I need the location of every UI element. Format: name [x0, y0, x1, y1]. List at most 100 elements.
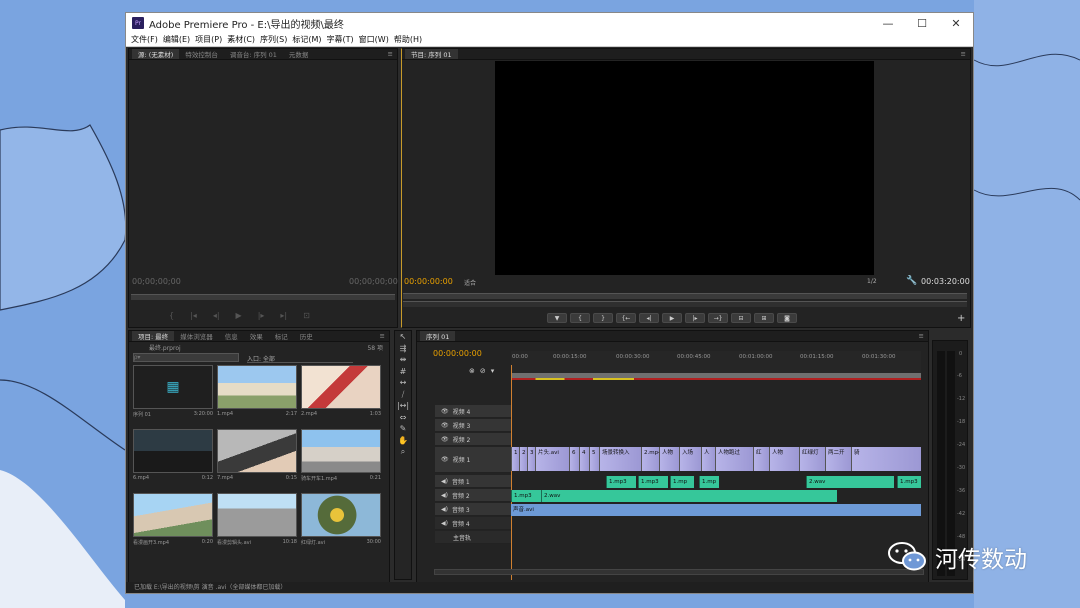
- panel-menu-icon[interactable]: ≡: [388, 50, 397, 58]
- link-icon[interactable]: ⊘: [480, 367, 486, 375]
- track-header-video-3[interactable]: 👁 视频 3: [435, 419, 511, 432]
- rewind-icon[interactable]: ◂|: [213, 311, 220, 320]
- export-frame-icon[interactable]: ◙: [777, 313, 797, 323]
- tab-effects[interactable]: 效果: [244, 331, 269, 341]
- video-clip[interactable]: 1: [511, 447, 519, 471]
- audio-clip[interactable]: 声音.avi: [511, 504, 921, 516]
- video-clip[interactable]: 4: [579, 447, 589, 471]
- audio-clip[interactable]: 1.mp3: [511, 490, 541, 502]
- insert-icon[interactable]: ⊡: [303, 311, 310, 320]
- menu-window[interactable]: 窗口(W): [359, 34, 389, 45]
- tab-metadata[interactable]: 元数据: [283, 49, 315, 59]
- menu-sequence[interactable]: 序列(S): [260, 34, 287, 45]
- menu-project[interactable]: 项目(P): [195, 34, 222, 45]
- mark-out-button[interactable]: }: [593, 313, 613, 323]
- rolling-edit-tool-icon[interactable]: #: [395, 366, 411, 378]
- speaker-icon[interactable]: ◀): [441, 492, 448, 499]
- pen-tool-icon[interactable]: ✎: [395, 423, 411, 435]
- ripple-edit-tool-icon[interactable]: ⇹: [395, 354, 411, 366]
- audio-clip[interactable]: 2.wav: [806, 476, 894, 488]
- tab-markers[interactable]: 标记: [269, 331, 294, 341]
- track-select-tool-icon[interactable]: ⇶: [395, 343, 411, 355]
- program-timecode[interactable]: 00:00:00:00: [404, 277, 453, 286]
- fit-dropdown[interactable]: 适合: [464, 278, 476, 287]
- source-ruler[interactable]: [131, 294, 395, 300]
- menu-file[interactable]: 文件(F): [131, 34, 158, 45]
- track-header-audio-2[interactable]: ◀) 音频 2: [435, 489, 511, 502]
- tab-media-browser[interactable]: 媒体浏览器: [174, 331, 219, 341]
- maximize-button[interactable]: ☐: [905, 17, 939, 30]
- video-clip[interactable]: 2.mp4: [641, 447, 659, 471]
- track-header-video-1[interactable]: 👁 视频 1: [435, 447, 511, 473]
- hand-tool-icon[interactable]: ✋: [395, 435, 411, 447]
- step-forward-icon[interactable]: |▸: [258, 311, 265, 320]
- track-header-video-2[interactable]: 👁 视频 2: [435, 433, 511, 446]
- rate-stretch-tool-icon[interactable]: ↔: [395, 377, 411, 389]
- audio-clip[interactable]: 1.mp: [670, 476, 694, 488]
- program-ruler[interactable]: [403, 293, 967, 299]
- scale-dropdown[interactable]: 1/2: [867, 278, 877, 285]
- play-icon[interactable]: ▶: [236, 311, 242, 320]
- track-header-audio-4[interactable]: ◀) 音频 4: [435, 517, 511, 530]
- project-item[interactable]: 看漫剪辑头.avi 10:18: [217, 493, 297, 553]
- eye-icon[interactable]: 👁: [441, 436, 449, 443]
- menu-edit[interactable]: 编辑(E): [163, 34, 190, 45]
- close-button[interactable]: ✕: [939, 17, 973, 30]
- razor-tool-icon[interactable]: ⧸: [395, 389, 411, 401]
- step-back-icon[interactable]: ◂|: [639, 313, 659, 323]
- video-clip[interactable]: 入场: [679, 447, 701, 471]
- track-header-video-4[interactable]: 👁 视频 4: [435, 405, 511, 418]
- audio-1-track[interactable]: 1.mp3 1.mp3 1.mp 1.mp 2.wav 1.mp3: [511, 476, 921, 489]
- track-header-audio-3[interactable]: ◀) 音频 3: [435, 503, 511, 516]
- audio-clip[interactable]: 2.wav: [541, 490, 837, 502]
- video-clip[interactable]: 片头.avi: [535, 447, 569, 471]
- eye-icon[interactable]: 👁: [441, 408, 449, 415]
- wrench-icon[interactable]: 🔧: [906, 276, 917, 286]
- project-item[interactable]: 7.mp4 0:15: [217, 429, 297, 489]
- tab-effect-controls[interactable]: 特效控制台: [179, 49, 224, 59]
- project-item[interactable]: 2.mp4 1:03: [301, 365, 381, 425]
- project-item[interactable]: ▦ 序列 01 3:20:00: [133, 365, 213, 425]
- selection-tool-icon[interactable]: ↖: [395, 331, 411, 343]
- project-item[interactable]: 1.mp4 2:17: [217, 365, 297, 425]
- eye-icon[interactable]: 👁: [441, 456, 449, 463]
- video-clip[interactable]: 红绿灯: [799, 447, 825, 471]
- video-clip[interactable]: 红: [753, 447, 769, 471]
- speaker-icon[interactable]: ◀): [441, 478, 448, 485]
- video-clip[interactable]: 人物跑过: [715, 447, 753, 471]
- video-clip[interactable]: 2: [519, 447, 527, 471]
- tab-source[interactable]: 源: (无素材): [132, 49, 180, 59]
- video-clip[interactable]: 6: [569, 447, 579, 471]
- audio-2-track[interactable]: 1.mp3 2.wav: [511, 490, 921, 503]
- audio-clip[interactable]: 1.mp: [699, 476, 719, 488]
- marker-icon[interactable]: ▼: [547, 313, 567, 323]
- entry-filter-dropdown[interactable]: 入口: 全部: [247, 354, 353, 363]
- go-to-in-icon[interactable]: {←: [616, 313, 636, 323]
- slip-tool-icon[interactable]: |↔|: [395, 400, 411, 412]
- source-timecode-out[interactable]: 00;00;00;00: [349, 277, 398, 286]
- snap-icon[interactable]: ⊗: [469, 367, 475, 375]
- track-header-audio-1[interactable]: ◀) 音频 1: [435, 475, 511, 488]
- panel-menu-icon[interactable]: ≡: [961, 50, 970, 58]
- extract-icon[interactable]: ⊞: [754, 313, 774, 323]
- menu-clip[interactable]: 素材(C): [227, 34, 255, 45]
- mark-in-button[interactable]: {: [570, 313, 590, 323]
- forward-icon[interactable]: ▸|: [280, 311, 287, 320]
- panel-menu-icon[interactable]: ≡: [919, 332, 928, 340]
- track-header-master[interactable]: 主音轨: [435, 531, 511, 544]
- panel-menu-icon[interactable]: ≡: [380, 332, 389, 340]
- video-clip[interactable]: 两二开: [825, 447, 851, 471]
- source-timecode-in[interactable]: 00;00;00;00: [132, 277, 181, 286]
- slide-tool-icon[interactable]: ⇔: [395, 412, 411, 424]
- project-item[interactable]: 红绿灯.avi 30:00: [301, 493, 381, 553]
- zoom-tool-icon[interactable]: ⌕: [395, 446, 411, 458]
- mark-in-icon[interactable]: {: [169, 311, 174, 320]
- video-clip[interactable]: 5: [589, 447, 599, 471]
- audio-clip[interactable]: 1.mp3: [897, 476, 921, 488]
- play-icon[interactable]: ▶: [662, 313, 682, 323]
- minimize-button[interactable]: —: [871, 17, 905, 30]
- video-clip[interactable]: 骑: [851, 447, 921, 471]
- add-marker-icon[interactable]: ▾: [491, 367, 495, 375]
- tab-program[interactable]: 节目: 序列 01: [405, 49, 458, 59]
- go-to-out-icon[interactable]: →}: [708, 313, 728, 323]
